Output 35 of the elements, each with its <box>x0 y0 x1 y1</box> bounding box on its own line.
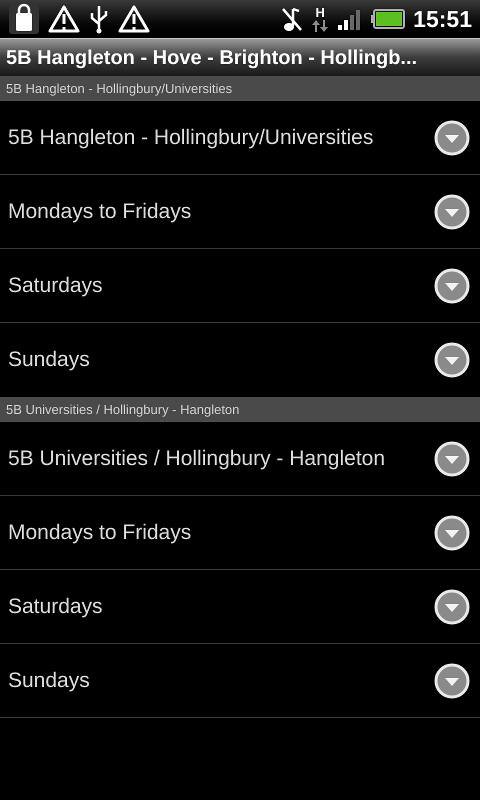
network-type: H <box>315 6 325 18</box>
list-item-label: Mondays to Fridays <box>8 520 192 546</box>
muted-note-icon <box>281 6 304 32</box>
list-item[interactable]: Saturdays <box>0 570 480 644</box>
list-item-label: Saturdays <box>8 594 103 620</box>
warning-icon <box>48 5 80 33</box>
dropdown-icon[interactable] <box>434 194 470 230</box>
dropdown-icon[interactable] <box>434 440 470 476</box>
list-item[interactable]: Mondays to Fridays <box>0 175 480 249</box>
list-item[interactable]: Sundays <box>0 323 480 397</box>
list-item-label: 5B Universities / Hollingbury - Hangleton <box>8 446 386 472</box>
list-item[interactable]: Saturdays <box>0 249 480 323</box>
dropdown-icon[interactable] <box>434 120 470 156</box>
dropdown-icon[interactable] <box>434 662 470 698</box>
dropdown-icon[interactable] <box>434 268 470 304</box>
dropdown-icon[interactable] <box>434 514 470 550</box>
list-item-label: Mondays to Fridays <box>8 198 192 225</box>
clock: 15:51 <box>413 4 472 34</box>
list-item-label: 5B Hangleton - Hollingbury/Universities <box>8 124 374 151</box>
warning-icon <box>118 5 150 33</box>
section-header-text: 5B Universities / Hollingbury - Hangleton <box>6 400 240 419</box>
list-item-label: Sundays <box>8 347 90 374</box>
window-title: 5B Hangleton - Hove - Brighton - Hollingb... <box>6 46 418 70</box>
list-item[interactable]: Sundays <box>0 644 480 718</box>
list-item[interactable]: 5B Universities / Hollingbury - Hangleton <box>0 422 480 496</box>
usb-icon <box>88 4 110 34</box>
dropdown-icon[interactable] <box>434 342 470 378</box>
list-item[interactable]: Mondays to Fridays <box>0 496 480 570</box>
battery-icon <box>371 9 406 29</box>
data-arrows-icon <box>311 18 330 32</box>
list-item-label: Saturdays <box>8 272 103 299</box>
dropdown-icon[interactable] <box>434 588 470 624</box>
list-item-label: Sundays <box>8 668 90 694</box>
section-header-text: 5B Hangleton - Hollingbury/Universities <box>6 80 232 98</box>
list-item[interactable]: 5B Hangleton - Hollingbury/Universities <box>0 101 480 175</box>
